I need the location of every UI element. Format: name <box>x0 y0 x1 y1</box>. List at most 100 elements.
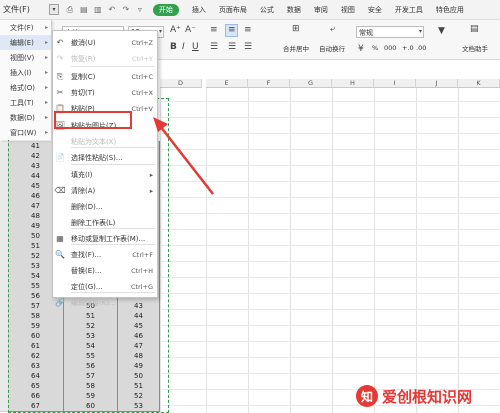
context-menu-item[interactable]: 替换(E)... Ctrl+H <box>53 263 157 278</box>
watermark-logo: 知 <box>356 385 378 407</box>
menu-item[interactable]: 编辑(E) ▸ <box>0 35 51 50</box>
find-icon: 🔍 <box>55 250 65 259</box>
grid-column-line <box>248 88 249 413</box>
context-menu-label: 填充(I) <box>71 170 93 179</box>
table-cell[interactable]: 67 <box>8 401 64 412</box>
menu-separator <box>71 292 155 293</box>
menu-item-label: 视图(V) <box>10 53 35 62</box>
menu-item[interactable]: 视图(V) ▸ <box>0 50 51 65</box>
font-increase-icon[interactable]: A⁺ <box>170 25 181 35</box>
column-header[interactable]: H <box>332 79 374 88</box>
row-header[interactable] <box>0 401 8 412</box>
align-left-icon[interactable]: ☰ <box>210 42 218 52</box>
decimal-decrease-button[interactable]: .00 <box>416 44 426 52</box>
column-header[interactable]: G <box>290 79 332 88</box>
more-icon[interactable]: ▿ <box>135 5 145 15</box>
spreadsheet-app-window: 文件(F) ▾ ▣ ⎙ ▤ ▥ ↶ ↷ ▿ 开始 插入 页面布局 公式 数据 审… <box>0 0 500 413</box>
grid-row-line <box>160 277 500 278</box>
context-menu-item[interactable]: ✂ 剪切(T) Ctrl+X <box>53 85 157 100</box>
doc-helper-icon[interactable]: ▤ <box>470 24 479 34</box>
classic-menu-panel: 文件(F) ▸ 编辑(E) ▸ 视图(V) ▸ 插入(I) ▸ 格式(O) ▸ 工具(T) ▸ 数据(D… <box>0 20 52 140</box>
context-menu-item[interactable]: 📋 粘贴(P) Ctrl+V <box>53 101 157 116</box>
grid-row-line <box>160 133 500 134</box>
align-middle-icon: ≡ <box>228 25 236 35</box>
context-menu-item[interactable]: 删除(D)... <box>53 199 157 214</box>
column-header[interactable]: K <box>458 79 500 88</box>
tab-insert[interactable]: 插入 <box>192 5 206 15</box>
number-format-select[interactable]: 常规 ▾ <box>356 26 424 38</box>
column-header[interactable]: E <box>206 79 248 88</box>
grid-row-line <box>160 117 500 118</box>
tab-data[interactable]: 数据 <box>287 5 301 15</box>
context-menu-item[interactable]: 🖼 粘贴为图片(Z) <box>53 118 157 133</box>
tab-developer[interactable]: 开发工具 <box>395 5 423 15</box>
grid-row-line <box>160 309 500 310</box>
context-menu-item[interactable]: 📄 选择性粘贴(S)... <box>53 150 157 165</box>
table-cell[interactable]: 53 <box>118 401 160 412</box>
undo-icon: ↶ <box>56 38 64 47</box>
context-menu-item[interactable]: 填充(I) ▸ <box>53 167 157 182</box>
column-header[interactable]: I <box>374 79 416 88</box>
filter-icon[interactable]: ▼ <box>438 26 445 36</box>
currency-icon[interactable]: ¥ <box>358 44 364 54</box>
table-cell[interactable]: 60 <box>64 401 118 412</box>
context-menu-item[interactable]: ↶ 撤消(U) Ctrl+Z <box>53 35 157 50</box>
tab-view[interactable]: 视图 <box>341 5 355 15</box>
wrap-text-label[interactable]: 自动换行 <box>319 43 345 53</box>
column-header[interactable]: D <box>160 79 202 88</box>
tab-start[interactable]: 开始 <box>152 3 179 16</box>
column-header[interactable]: J <box>416 79 458 88</box>
tab-security[interactable]: 安全 <box>368 5 382 15</box>
context-menu-item[interactable]: 🔍 查找(F)... Ctrl+F <box>53 247 157 262</box>
context-menu-item[interactable]: ⌫ 清除(A) ▸ <box>53 183 157 198</box>
thousands-button[interactable]: 000 <box>384 44 396 52</box>
preview-icon[interactable]: ▤ <box>79 5 89 15</box>
menu-item-label: 格式(O) <box>10 83 35 92</box>
align-top-icon[interactable]: ≡ <box>210 25 218 35</box>
context-menu-shortcut: Ctrl+Z <box>131 38 153 47</box>
menu-bar: 文件(F) ▾ ▣ ⎙ ▤ ▥ ↶ ↷ ▿ 开始 插入 页面布局 公式 数据 审… <box>0 0 500 20</box>
wrap-icon[interactable]: ⤶ <box>330 24 335 34</box>
menu-item[interactable]: 工具(T) ▸ <box>0 95 51 110</box>
bold-icon[interactable]: B <box>170 42 177 52</box>
tab-page-layout[interactable]: 页面布局 <box>219 5 247 15</box>
menu-dropdown-toggle[interactable]: ▾ <box>49 4 59 15</box>
context-menu-label: 编辑链接(K)... <box>71 298 116 307</box>
align-center-icon[interactable]: ☰ <box>228 42 236 52</box>
tab-review[interactable]: 审阅 <box>314 5 328 15</box>
font-decrease-icon[interactable]: A⁻ <box>185 25 196 35</box>
export-icon[interactable]: ▥ <box>93 5 103 15</box>
align-right-icon[interactable]: ☰ <box>244 42 252 52</box>
menu-item[interactable]: 格式(O) ▸ <box>0 80 51 95</box>
edit-dropdown-menu: ↶ 撤消(U) Ctrl+Z ↷ 恢复(R) Ctrl+Y ⎘ 复制(C) Ctrl+C ✂ 剪切(… <box>52 30 158 307</box>
grid-row-line <box>160 357 500 358</box>
menu-item[interactable]: 文件(F) ▸ <box>0 20 51 35</box>
italic-icon[interactable]: I <box>182 42 185 52</box>
doc-helper-label[interactable]: 文档助手 <box>462 43 488 53</box>
menu-item[interactable]: 窗口(W) ▸ <box>0 125 51 140</box>
align-bottom-icon[interactable]: ≡ <box>244 25 252 35</box>
redo-toolbar-icon[interactable]: ↷ <box>121 5 131 15</box>
tab-formula[interactable]: 公式 <box>260 5 274 15</box>
undo-toolbar-icon[interactable]: ↶ <box>107 5 117 15</box>
column-header[interactable]: F <box>248 79 290 88</box>
percent-button[interactable]: % <box>372 44 378 52</box>
file-menu-button[interactable]: 文件(F) <box>0 0 33 20</box>
context-menu-label: 删除(D)... <box>71 202 103 211</box>
tab-special[interactable]: 特色应用 <box>436 5 464 15</box>
decimal-increase-button[interactable]: +.0 <box>402 44 414 52</box>
merge-icon[interactable]: ⊞ <box>292 24 300 34</box>
copy-icon: ⎘ <box>56 71 64 81</box>
grid-column-line <box>374 88 375 413</box>
merge-center-label[interactable]: 合并居中 <box>283 43 309 53</box>
grid-row-line <box>160 197 500 198</box>
paste-special-icon: 📄 <box>55 153 65 162</box>
menu-item[interactable]: 插入(I) ▸ <box>0 65 51 80</box>
context-menu-shortcut: ▸ <box>149 186 153 195</box>
print-icon[interactable]: ⎙ <box>65 5 75 15</box>
chevron-right-icon: ▸ <box>44 69 48 76</box>
underline-icon[interactable]: U <box>192 42 199 52</box>
context-menu-item[interactable]: ⎘ 复制(C) Ctrl+C <box>53 69 157 84</box>
grid-row-line <box>160 181 500 182</box>
menu-item[interactable]: 数据(D) ▸ <box>0 110 51 125</box>
